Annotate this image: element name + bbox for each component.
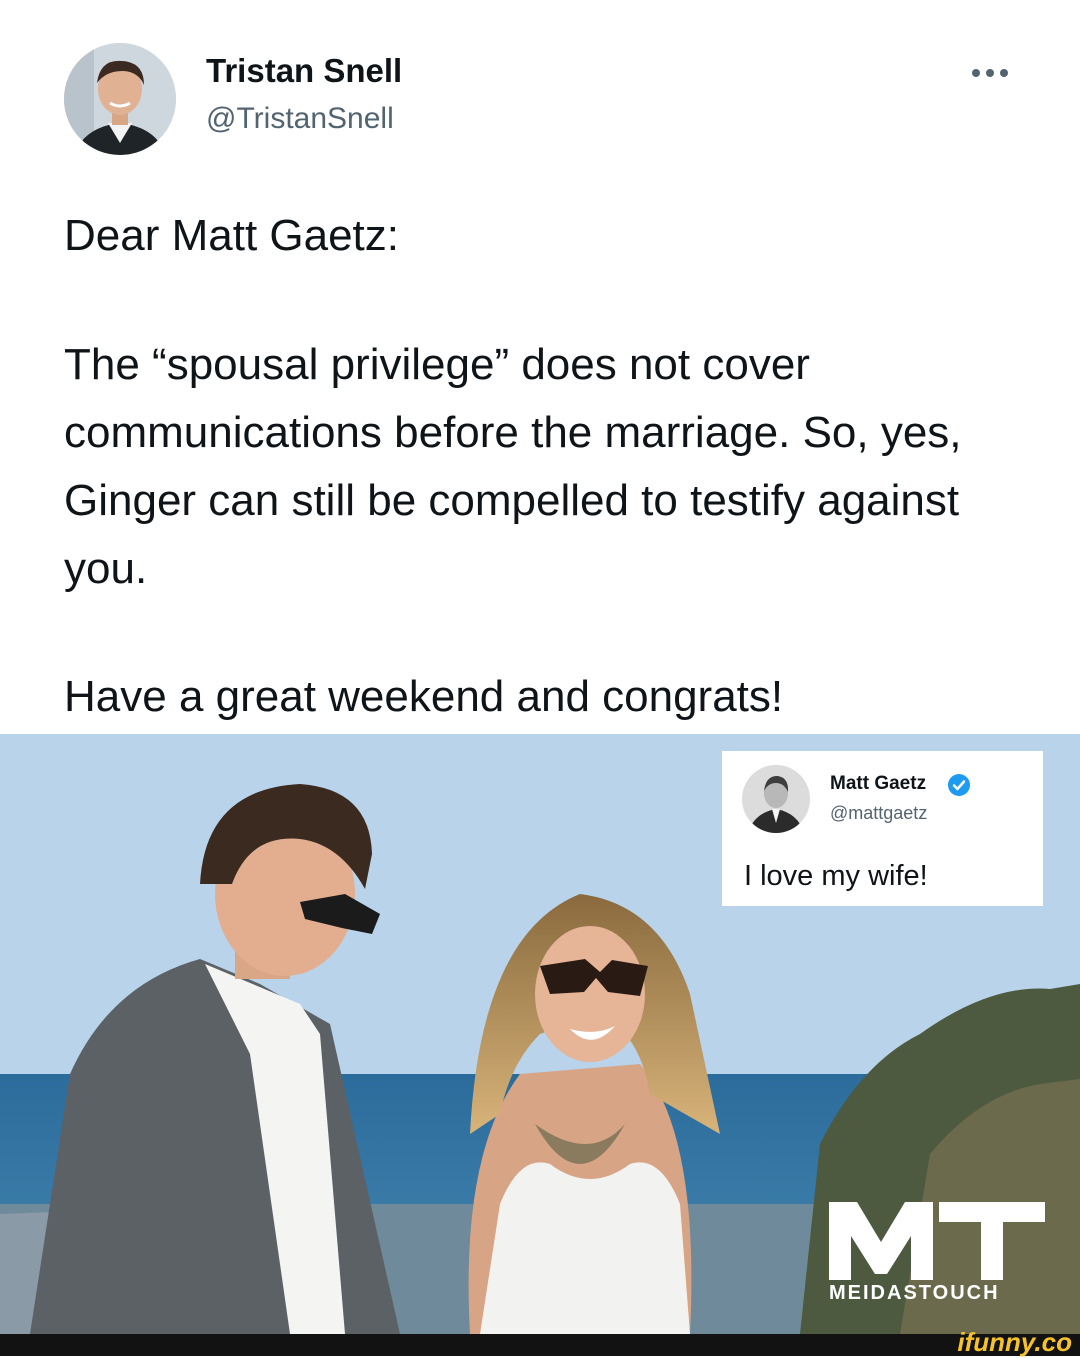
tweet-card: Tristan Snell @TristanSnell Dear Matt Ga… bbox=[0, 0, 1080, 734]
ifunny-watermark: ifunny.co bbox=[957, 1327, 1072, 1357]
meidastouch-wordmark: MEIDASTOUCH bbox=[829, 1282, 1000, 1304]
meidastouch-logo bbox=[827, 1198, 1047, 1282]
verified-badge-icon bbox=[947, 773, 971, 797]
author-name[interactable]: Tristan Snell bbox=[206, 52, 402, 90]
embedded-author-avatar[interactable] bbox=[742, 765, 810, 833]
embedded-tweet[interactable]: Matt Gaetz @mattgaetz I love my wife! bbox=[722, 751, 1043, 906]
author-avatar[interactable] bbox=[64, 43, 176, 155]
tweet-text-closing: Have a great weekend and congrats! bbox=[64, 672, 784, 721]
embedded-author-handle[interactable]: @mattgaetz bbox=[830, 803, 927, 824]
embedded-tweet-text: I love my wife! bbox=[744, 860, 928, 892]
more-horizontal-icon[interactable] bbox=[968, 60, 1012, 84]
watermark-bar bbox=[0, 1334, 1080, 1356]
embedded-author-name[interactable]: Matt Gaetz bbox=[830, 773, 926, 795]
author-handle[interactable]: @TristanSnell bbox=[206, 102, 394, 136]
tweet-text-body: The “spousal privilege” does not cover c… bbox=[64, 340, 962, 593]
tweet-text-greeting: Dear Matt Gaetz: bbox=[64, 211, 400, 260]
